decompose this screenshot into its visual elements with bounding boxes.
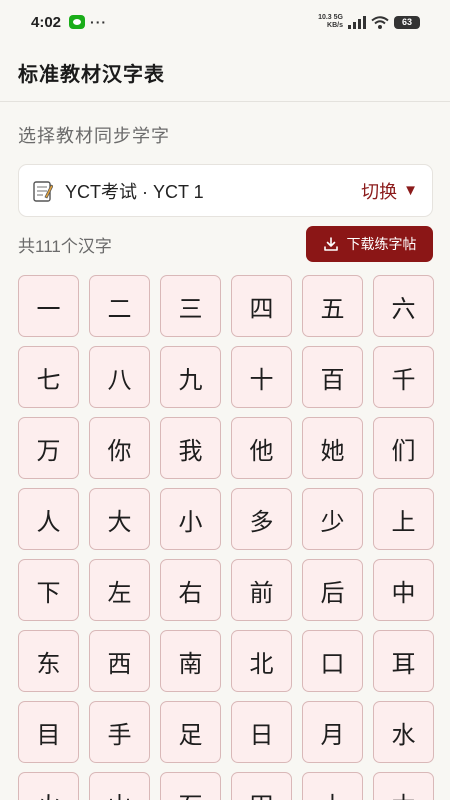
character-cell[interactable]: 石 (160, 772, 221, 800)
app-header: 标准教材汉字表 (0, 44, 450, 102)
character-cell[interactable]: 百 (302, 346, 363, 408)
memo-icon (33, 180, 53, 202)
character-count: 共111个汉字 (18, 236, 112, 256)
character-cell[interactable]: 千 (373, 346, 434, 408)
download-icon (323, 237, 338, 251)
character-cell[interactable]: 你 (89, 417, 150, 479)
character-cell[interactable]: 月 (302, 701, 363, 763)
character-cell[interactable]: 七 (18, 346, 79, 408)
summary-row: 共111个汉字 下载练字帖 (18, 226, 433, 262)
character-cell[interactable]: 三 (160, 275, 221, 337)
character-cell[interactable]: 九 (160, 346, 221, 408)
signal-icon (348, 15, 366, 29)
switch-textbook-button[interactable]: 切换 ▼ (361, 178, 418, 204)
more-notifications-icon: ··· (90, 14, 108, 30)
character-cell[interactable]: 北 (231, 630, 292, 692)
wechat-icon (69, 15, 86, 29)
textbook-selector[interactable]: YCT考试 · YCT 1 切换 ▼ (18, 164, 433, 217)
character-cell[interactable]: 手 (89, 701, 150, 763)
character-cell[interactable]: 一 (18, 275, 79, 337)
character-cell[interactable]: 口 (302, 630, 363, 692)
character-cell[interactable]: 目 (18, 701, 79, 763)
character-cell[interactable]: 火 (18, 772, 79, 800)
character-cell[interactable]: 四 (231, 275, 292, 337)
selected-textbook: YCT考试 · YCT 1 (65, 181, 204, 202)
download-practice-sheet-button[interactable]: 下载练字帖 (306, 226, 433, 262)
character-cell[interactable]: 人 (18, 488, 79, 550)
status-time: 4:02 (31, 13, 62, 31)
character-cell[interactable]: 南 (160, 630, 221, 692)
character-cell[interactable]: 下 (18, 559, 79, 621)
character-cell[interactable]: 右 (160, 559, 221, 621)
character-cell[interactable]: 上 (373, 488, 434, 550)
character-cell[interactable]: 八 (89, 346, 150, 408)
character-cell[interactable]: 木 (373, 772, 434, 800)
status-bar: 4:02 ··· 10.3 5G KB/s 63 (0, 0, 450, 44)
character-cell[interactable]: 少 (302, 488, 363, 550)
battery-indicator: 63 (394, 15, 420, 29)
wifi-icon (371, 15, 389, 29)
character-cell[interactable]: 五 (302, 275, 363, 337)
character-cell[interactable]: 山 (89, 772, 150, 800)
character-cell[interactable]: 二 (89, 275, 150, 337)
status-right: 10.3 5G KB/s 63 (318, 14, 420, 30)
character-cell[interactable]: 她 (302, 417, 363, 479)
network-speed-unit: KB/s (327, 22, 343, 29)
character-cell[interactable]: 中 (373, 559, 434, 621)
switch-label: 切换 (361, 181, 398, 202)
character-cell[interactable]: 们 (373, 417, 434, 479)
character-cell[interactable]: 水 (373, 701, 434, 763)
download-label: 下载练字帖 (346, 236, 417, 252)
character-grid: 一二三四五六七八九十百千万你我他她们人大小多少上下左右前后中东西南北口耳目手足日… (18, 275, 434, 800)
character-cell[interactable]: 耳 (373, 630, 434, 692)
network-speed: 10.3 5G KB/s (318, 14, 343, 30)
character-cell[interactable]: 多 (231, 488, 292, 550)
character-cell[interactable]: 左 (89, 559, 150, 621)
page-title: 标准教材汉字表 (18, 64, 165, 86)
character-cell[interactable]: 后 (302, 559, 363, 621)
character-cell[interactable]: 小 (160, 488, 221, 550)
character-cell[interactable]: 西 (89, 630, 150, 692)
character-cell[interactable]: 日 (231, 701, 292, 763)
character-cell[interactable]: 他 (231, 417, 292, 479)
textbook-section-label: 选择教材同步学字 (18, 126, 170, 146)
network-speed-value: 10.3 5G (318, 14, 343, 21)
character-cell[interactable]: 土 (302, 772, 363, 800)
character-cell[interactable]: 大 (89, 488, 150, 550)
character-cell[interactable]: 东 (18, 630, 79, 692)
character-cell[interactable]: 我 (160, 417, 221, 479)
character-cell[interactable]: 十 (231, 346, 292, 408)
character-cell[interactable]: 六 (373, 275, 434, 337)
character-cell[interactable]: 足 (160, 701, 221, 763)
character-cell[interactable]: 前 (231, 559, 292, 621)
caret-down-icon: ▼ (403, 182, 418, 199)
character-cell[interactable]: 田 (231, 772, 292, 800)
character-cell[interactable]: 万 (18, 417, 79, 479)
